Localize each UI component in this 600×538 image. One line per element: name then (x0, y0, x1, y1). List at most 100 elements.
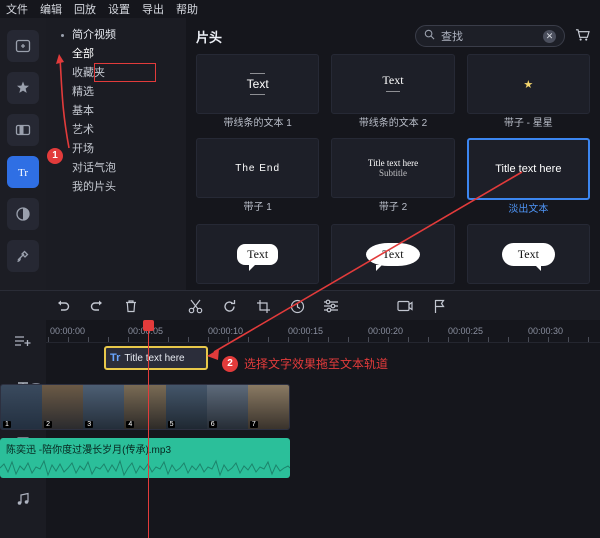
effect-thumbnail: Title text here Subtitle (331, 138, 455, 198)
category-item-6[interactable]: 开场 (46, 140, 186, 159)
clip-number: 3 (85, 421, 94, 428)
effect-thumbnail: Text (466, 224, 590, 284)
category-item-3[interactable]: 精选 (46, 83, 186, 102)
media-icon[interactable] (7, 30, 39, 62)
video-clip[interactable]: 3 (83, 385, 125, 429)
text-clip[interactable]: Tr Title text here (104, 346, 208, 370)
rotate-button[interactable] (212, 291, 246, 321)
add-track-icon[interactable] (0, 324, 46, 358)
menu-item-file[interactable]: 文件 (6, 1, 28, 17)
effect-thumbnail: ★ (466, 54, 590, 114)
menu-bar: 文件 编辑 回放 设置 导出 帮助 (0, 0, 600, 18)
ruler-tick: 00:00:25 (448, 326, 484, 336)
effect-caption: 带子 1 (243, 202, 272, 213)
text-icon[interactable]: Tr (7, 156, 39, 188)
page-title: 片头 (196, 29, 223, 45)
category-item-0[interactable]: 简介视频 (46, 26, 186, 45)
effect-thumbnail: The End (196, 138, 320, 198)
effect-thumbnail: Title text here (466, 138, 590, 200)
video-clip[interactable]: 5 (165, 385, 207, 429)
undo-button[interactable] (46, 291, 80, 321)
line-decoration (249, 94, 266, 95)
marker-button[interactable] (422, 291, 456, 321)
color-button[interactable] (314, 291, 348, 321)
category-item-4[interactable]: 基本 (46, 102, 186, 121)
effect-caption: 带线条的文本 1 (223, 118, 292, 129)
search-input[interactable]: 查找 ✕ (415, 25, 565, 47)
clip-number: 2 (44, 421, 53, 428)
effects-grid: Text 带线条的文本 1 Text 带线条的文本 2 ★ 带子 - 星星 Th… (186, 54, 600, 290)
ruler-tick: 00:00:30 (528, 326, 564, 336)
cart-icon[interactable] (575, 28, 590, 45)
waveform (0, 459, 290, 477)
effect-cell[interactable]: Text (196, 224, 320, 290)
effect-cell[interactable]: The End 带子 1 (196, 138, 320, 216)
line-decoration (385, 91, 401, 92)
category-item-1[interactable]: 全部 (46, 45, 186, 64)
effect-caption: 带子 2 (378, 202, 408, 213)
ruler-tick: 00:00:10 (208, 326, 244, 336)
ruler-tick: 00:00:00 (50, 326, 86, 336)
effect-cell[interactable]: Text 带线条的文本 1 (196, 54, 320, 130)
video-clip[interactable]: 7 (247, 385, 289, 429)
category-item-2[interactable]: 收藏夹 (46, 64, 186, 83)
text-clip-icon: Tr (110, 352, 121, 364)
effect-cell[interactable]: Text (331, 224, 455, 290)
effect-cell-selected[interactable]: Title text here 淡出文本 (466, 138, 590, 216)
effect-preview-text: Title text here (495, 163, 562, 175)
category-label: 我的片头 (72, 181, 116, 193)
category-item-8[interactable]: 我的片头 (46, 178, 186, 197)
audio-track-icon[interactable] (0, 482, 46, 516)
speed-button[interactable] (280, 291, 314, 321)
category-item-5[interactable]: 艺术 (46, 121, 186, 140)
effect-preview-text: Title text here (367, 158, 419, 168)
menu-item-settings[interactable]: 设置 (108, 1, 130, 17)
effect-cell[interactable]: ★ 带子 - 星星 (466, 54, 590, 130)
tools-icon[interactable] (7, 240, 39, 272)
menu-item-playback[interactable]: 回放 (74, 1, 96, 17)
effect-thumbnail: Text (331, 224, 455, 284)
effect-preview-text: Text (246, 77, 269, 91)
split-button[interactable] (178, 291, 212, 321)
effect-caption: 淡出文本 (508, 204, 549, 215)
playhead[interactable] (143, 320, 154, 538)
effect-preview-text: The End (235, 162, 281, 174)
transition-icon[interactable] (7, 114, 39, 146)
category-item-7[interactable]: 对话气泡 (46, 159, 186, 178)
menu-item-export[interactable]: 导出 (142, 1, 164, 17)
menu-item-edit[interactable]: 编辑 (40, 1, 62, 17)
close-icon[interactable]: ✕ (543, 29, 556, 43)
effect-cell[interactable]: Title text here Subtitle 带子 2 (331, 138, 455, 216)
snapshot-button[interactable] (388, 291, 422, 321)
effects-library: 片头 查找 ✕ Text 带线条的文本 1 Text 带线条的文本 2 ★ 带子… (186, 18, 600, 290)
effect-cell[interactable]: Text (466, 224, 590, 290)
clip-number: 4 (126, 421, 135, 428)
delete-button[interactable] (114, 291, 148, 321)
audio-clip[interactable]: 陈奕迅 -陪你度过漫长岁月(传承).mp3 (0, 438, 290, 478)
video-clip[interactable]: 1 (1, 385, 43, 429)
effects-icon[interactable] (7, 72, 39, 104)
video-clip[interactable]: 4 (124, 385, 166, 429)
category-label: 收藏夹 (72, 67, 105, 79)
video-clip[interactable]: 2 (42, 385, 84, 429)
redo-button[interactable] (80, 291, 114, 321)
playhead-handle[interactable] (143, 320, 154, 331)
clip-number: 7 (249, 421, 258, 428)
audio-icon[interactable] (7, 198, 39, 230)
library-header: 片头 查找 ✕ (186, 18, 600, 54)
clip-number: 6 (208, 421, 217, 428)
crop-button[interactable] (246, 291, 280, 321)
bullet-icon (61, 34, 64, 37)
search-value: 查找 (441, 31, 463, 43)
menu-item-help[interactable]: 帮助 (176, 1, 198, 17)
category-label: 艺术 (72, 124, 94, 136)
timeline-ruler[interactable]: 00:00:00 00:00:05 00:00:10 00:00:15 00:0… (46, 320, 600, 343)
effect-cell[interactable]: Text 带线条的文本 2 (331, 54, 455, 130)
video-track-clips[interactable]: 1 2 3 4 5 6 7 (0, 384, 290, 430)
effect-thumbnail: Text (196, 54, 320, 114)
effect-preview-text: Text (501, 242, 555, 271)
search-icon (424, 29, 435, 43)
effect-preview-text: ★ (523, 78, 534, 91)
effect-thumbnail: Text (196, 224, 320, 284)
video-clip[interactable]: 6 (206, 385, 248, 429)
